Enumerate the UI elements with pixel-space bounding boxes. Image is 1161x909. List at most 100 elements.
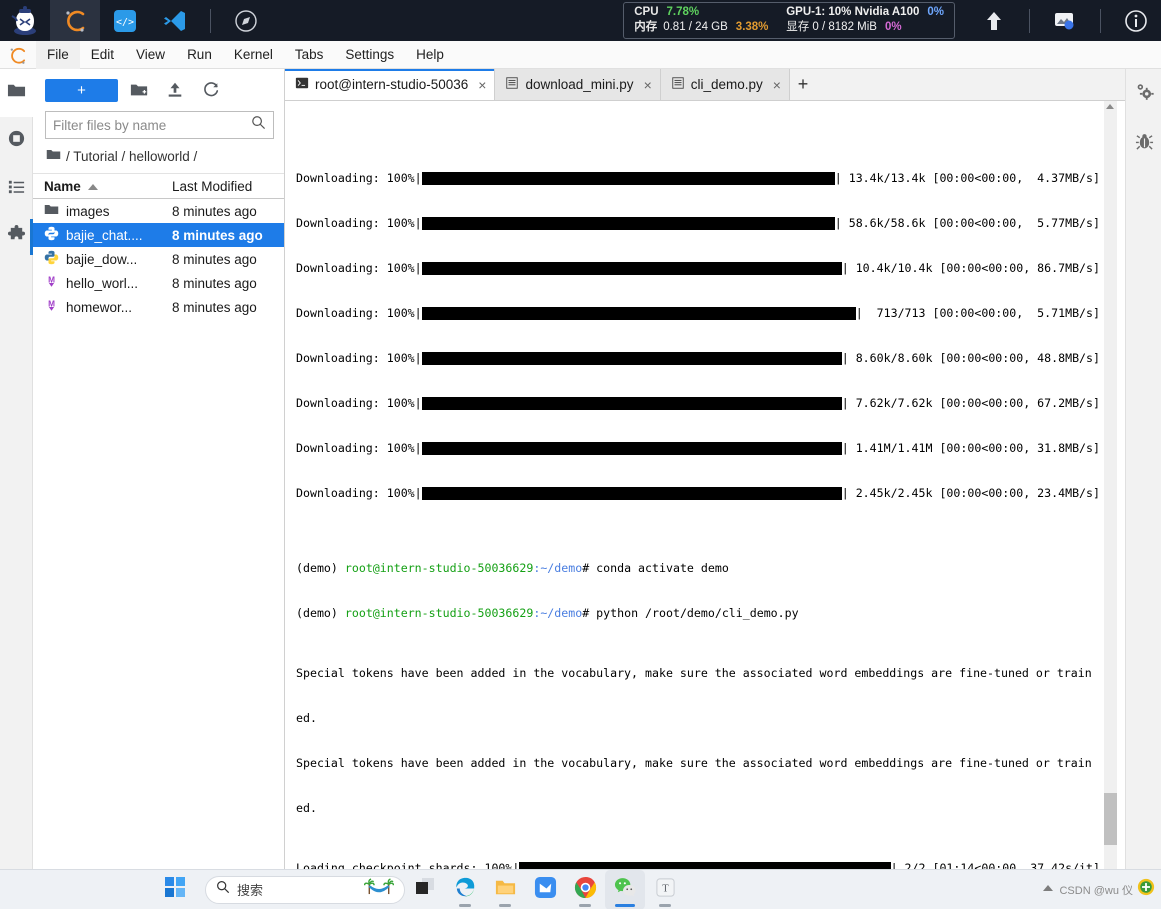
column-header-name[interactable]: Name (44, 179, 166, 194)
close-icon[interactable]: × (478, 78, 486, 92)
file-modified: 8 minutes ago (172, 275, 257, 291)
download-prefix: Downloading: 100%| (296, 396, 422, 410)
sidebar-item-commands[interactable] (0, 165, 33, 213)
vscode-icon[interactable] (150, 0, 200, 41)
left-activity-bar (0, 69, 33, 869)
taskbar-app-typora[interactable]: T (645, 870, 685, 909)
tab-label: cli_demo.py (690, 77, 763, 92)
compass-icon[interactable] (221, 0, 271, 41)
sidebar-item-running[interactable] (0, 117, 33, 165)
taskbar-app-edge[interactable] (445, 870, 485, 909)
scroll-up-arrow-icon[interactable] (1106, 104, 1114, 109)
progress-bar (519, 862, 891, 869)
search-input[interactable] (53, 117, 251, 133)
progress-bar (421, 487, 842, 500)
intern-studio-icon[interactable] (50, 0, 100, 41)
file-text-icon (505, 76, 519, 93)
sidebar-item-debugger[interactable] (1126, 119, 1161, 169)
tab-bar: root@intern-studio-50036 × download_mini… (285, 69, 1125, 101)
column-header-last-modified[interactable]: Last Modified (166, 179, 284, 194)
tab-terminal[interactable]: root@intern-studio-50036 × (285, 69, 496, 100)
close-icon[interactable]: × (644, 78, 652, 92)
search-placeholder: 搜索 (237, 883, 264, 898)
taskbar-app-foxmail[interactable] (525, 870, 565, 909)
new-launcher-button[interactable]: + (45, 78, 118, 102)
file-browser-panel: + Filter files by name / Tutorial / hell… (33, 69, 285, 869)
start-button[interactable] (155, 870, 195, 909)
breadcrumb[interactable]: / Tutorial / helloworld / (33, 139, 284, 174)
prompt-cwd: :~/demo (533, 606, 583, 620)
markdown-file-icon: M (44, 274, 59, 292)
close-icon[interactable]: × (773, 78, 781, 92)
list-item[interactable]: bajie_chat.... 8 minutes ago (33, 223, 284, 247)
right-activity-bar (1125, 69, 1161, 869)
list-icon (7, 177, 26, 201)
menu-run[interactable]: Run (176, 41, 223, 69)
menu-file[interactable]: File (36, 40, 80, 69)
sidebar-item-extensions[interactable] (0, 213, 33, 261)
menu-edit[interactable]: Edit (80, 41, 125, 69)
sidebar-item-file-browser[interactable] (0, 69, 33, 117)
list-item[interactable]: M homewor... 8 minutes ago (33, 295, 284, 319)
file-name: images (66, 203, 110, 219)
tray-update-icon[interactable] (1137, 878, 1155, 901)
sidebar-item-property-inspector[interactable] (1126, 69, 1161, 119)
list-item[interactable]: images 8 minutes ago (33, 199, 284, 223)
menu-bar: File Edit View Run Kernel Tabs Settings … (0, 40, 1161, 69)
download-prefix: Downloading: 100%| (296, 171, 422, 185)
taskbar-app-chrome[interactable] (565, 870, 605, 909)
menu-view[interactable]: View (125, 41, 176, 69)
download-prefix: Downloading: 100%| (296, 306, 422, 320)
taskbar-app-task-view[interactable] (405, 870, 445, 909)
tab-label: download_mini.py (525, 77, 634, 92)
terminal-line: Downloading: 100%| | 1.41M/1.41M [00:00<0… (296, 441, 1100, 456)
property-inspector-gear-icon (1134, 82, 1154, 107)
file-filter-box[interactable] (45, 111, 274, 139)
list-item[interactable]: M hello_worl... 8 minutes ago (33, 271, 284, 295)
prompt-env: (demo) (296, 606, 345, 620)
menu-settings[interactable]: Settings (334, 41, 405, 69)
taskbar-app-wechat[interactable] (605, 869, 645, 909)
breadcrumb-path: / Tutorial / helloworld / (66, 148, 198, 164)
scrollbar-thumb[interactable] (1104, 793, 1117, 845)
wechat-icon (614, 876, 637, 904)
topbar-divider-3 (1100, 8, 1101, 33)
tray-chevron-up-icon[interactable] (1041, 881, 1055, 899)
file-name: bajie_dow... (66, 251, 138, 267)
code-icon[interactable]: </> (100, 0, 150, 41)
list-item[interactable]: bajie_dow... 8 minutes ago (33, 247, 284, 271)
info-icon[interactable] (1111, 0, 1161, 41)
loading-suffix: | 2/2 [01:14<00:00, 37.42s/it] (890, 861, 1100, 869)
menu-tabs[interactable]: Tabs (284, 41, 335, 69)
bajie-logo-icon[interactable] (0, 0, 50, 41)
terminal-line: Downloading: 100%| | 2.45k/2.45k [00:00<0… (296, 486, 1100, 501)
vram-percent: 0% (884, 21, 902, 33)
terminal-panel[interactable]: Downloading: 100%| | 13.4k/13.4k [00:00<0… (285, 101, 1125, 869)
debugger-bug-icon (1135, 132, 1154, 156)
download-prefix: Downloading: 100%| (296, 261, 422, 275)
file-modified: 8 minutes ago (172, 203, 257, 219)
file-browser-toolbar: + (33, 69, 284, 108)
terminal-prompt-line: (demo) root@intern-studio-50036629:~/dem… (296, 561, 1100, 576)
menu-kernel[interactable]: Kernel (223, 41, 284, 69)
upload-icon[interactable] (160, 78, 190, 102)
new-tab-button[interactable]: + (790, 69, 816, 100)
file-explorer-icon (494, 876, 517, 904)
terminal-scrollbar[interactable] (1104, 101, 1117, 869)
tab-download-mini[interactable]: download_mini.py × (495, 69, 661, 100)
svg-text:M: M (48, 299, 55, 308)
screenshot-icon[interactable] (1040, 0, 1090, 41)
cpu-label: CPU (634, 6, 659, 18)
taskbar-search-box[interactable]: 搜索 (205, 875, 405, 904)
gpu-label: GPU-1: 10% Nvidia A100 (786, 6, 920, 18)
svg-text:</>: </> (116, 17, 134, 28)
taskbar-app-file-explorer[interactable] (485, 870, 525, 909)
tab-cli-demo[interactable]: cli_demo.py × (660, 69, 790, 100)
menu-help[interactable]: Help (405, 41, 455, 69)
new-folder-icon[interactable] (124, 78, 154, 102)
jupyter-logo-icon (0, 45, 36, 65)
topbar-divider-1 (210, 8, 211, 33)
file-modified: 8 minutes ago (172, 299, 257, 315)
network-upload-icon[interactable] (969, 0, 1019, 41)
refresh-icon[interactable] (196, 78, 226, 102)
